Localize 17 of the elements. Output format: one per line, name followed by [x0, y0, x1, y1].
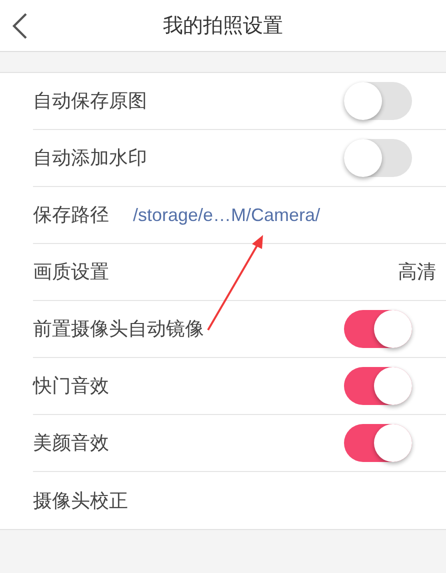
setting-label: 自动保存原图: [33, 89, 147, 114]
setting-label: 摄像头校正: [33, 488, 128, 514]
toggle-switch[interactable]: [344, 310, 412, 348]
toggle-switch[interactable]: [344, 424, 412, 462]
page-title: 我的拍照设置: [163, 12, 283, 39]
setting-label: 自动添加水印: [33, 146, 147, 171]
setting-label: 保存路径: [33, 203, 109, 228]
path-value[interactable]: /storage/e…M/Camera/: [133, 204, 320, 226]
setting-value: 高清: [398, 260, 436, 285]
back-icon[interactable]: [12, 12, 28, 40]
setting-label: 前置摄像头自动镜像: [33, 317, 204, 342]
toggle-switch[interactable]: [344, 82, 412, 120]
toggle-switch[interactable]: [344, 139, 412, 177]
setting-label: 美颜音效: [33, 431, 109, 456]
toggle-switch[interactable]: [344, 367, 412, 405]
setting-label: 画质设置: [33, 260, 109, 285]
setting-label: 快门音效: [33, 374, 109, 399]
